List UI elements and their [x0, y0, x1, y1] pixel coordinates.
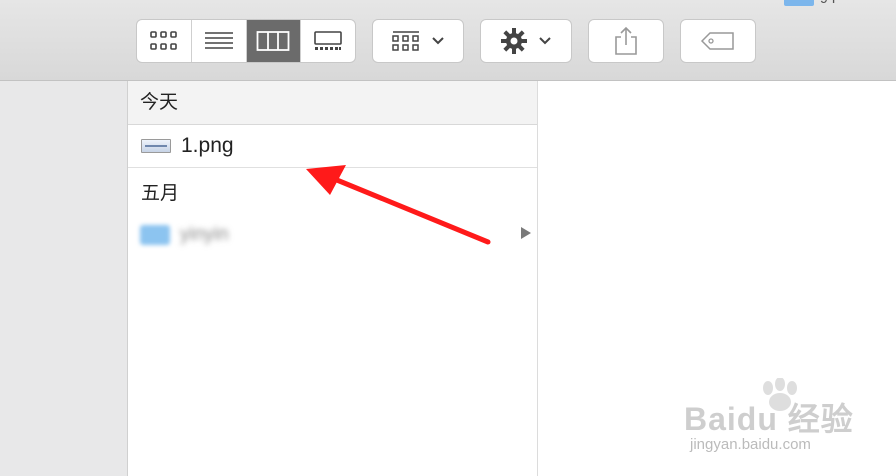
finder-toolbar: 9 I	[0, 0, 896, 81]
section-header-label: 五月	[141, 182, 180, 204]
disclosure-arrow-icon	[521, 227, 531, 239]
gear-icon	[501, 28, 527, 54]
section-header-today: 今天	[128, 81, 537, 125]
sidebar	[0, 81, 128, 476]
folder-name: yinyin	[180, 223, 229, 245]
watermark-url: jingyan.baidu.com	[690, 436, 811, 453]
gallery-view-button[interactable]	[301, 20, 355, 62]
action-menu-button[interactable]	[480, 19, 572, 63]
chevron-down-icon	[539, 37, 551, 45]
folder-icon	[784, 0, 814, 6]
list-lines-icon	[204, 32, 233, 49]
column-view-button[interactable]	[246, 20, 302, 62]
list-view-button[interactable]	[192, 20, 247, 62]
grid-icon	[392, 31, 419, 51]
file-row-1-png[interactable]: 1.png	[128, 125, 537, 168]
group-by-button[interactable]	[372, 19, 464, 63]
folder-icon	[140, 224, 170, 245]
paw-icon	[763, 378, 797, 411]
columns-icon	[256, 31, 290, 51]
tag-button[interactable]	[680, 19, 756, 63]
gallery-icon	[314, 31, 342, 50]
tag-icon	[700, 32, 734, 50]
section-header-may: 五月	[128, 169, 537, 213]
view-mode-segmented-control	[136, 19, 356, 63]
icon-grid-icon	[150, 31, 177, 50]
chevron-down-icon	[432, 37, 444, 45]
window-title-fragment: 9 I	[820, 0, 836, 6]
watermark: Baidu 经验 jingyan.baidu.com	[680, 378, 880, 458]
folder-row[interactable]: yinyin	[128, 213, 537, 256]
file-name: 1.png	[181, 134, 234, 157]
png-file-icon	[141, 139, 171, 153]
share-button[interactable]	[588, 19, 664, 63]
file-column: 今天 1.png 五月 yinyin	[128, 81, 538, 476]
icon-view-button[interactable]	[137, 20, 192, 62]
watermark-brand: Baidu 经验	[684, 401, 854, 437]
share-icon	[615, 26, 637, 55]
